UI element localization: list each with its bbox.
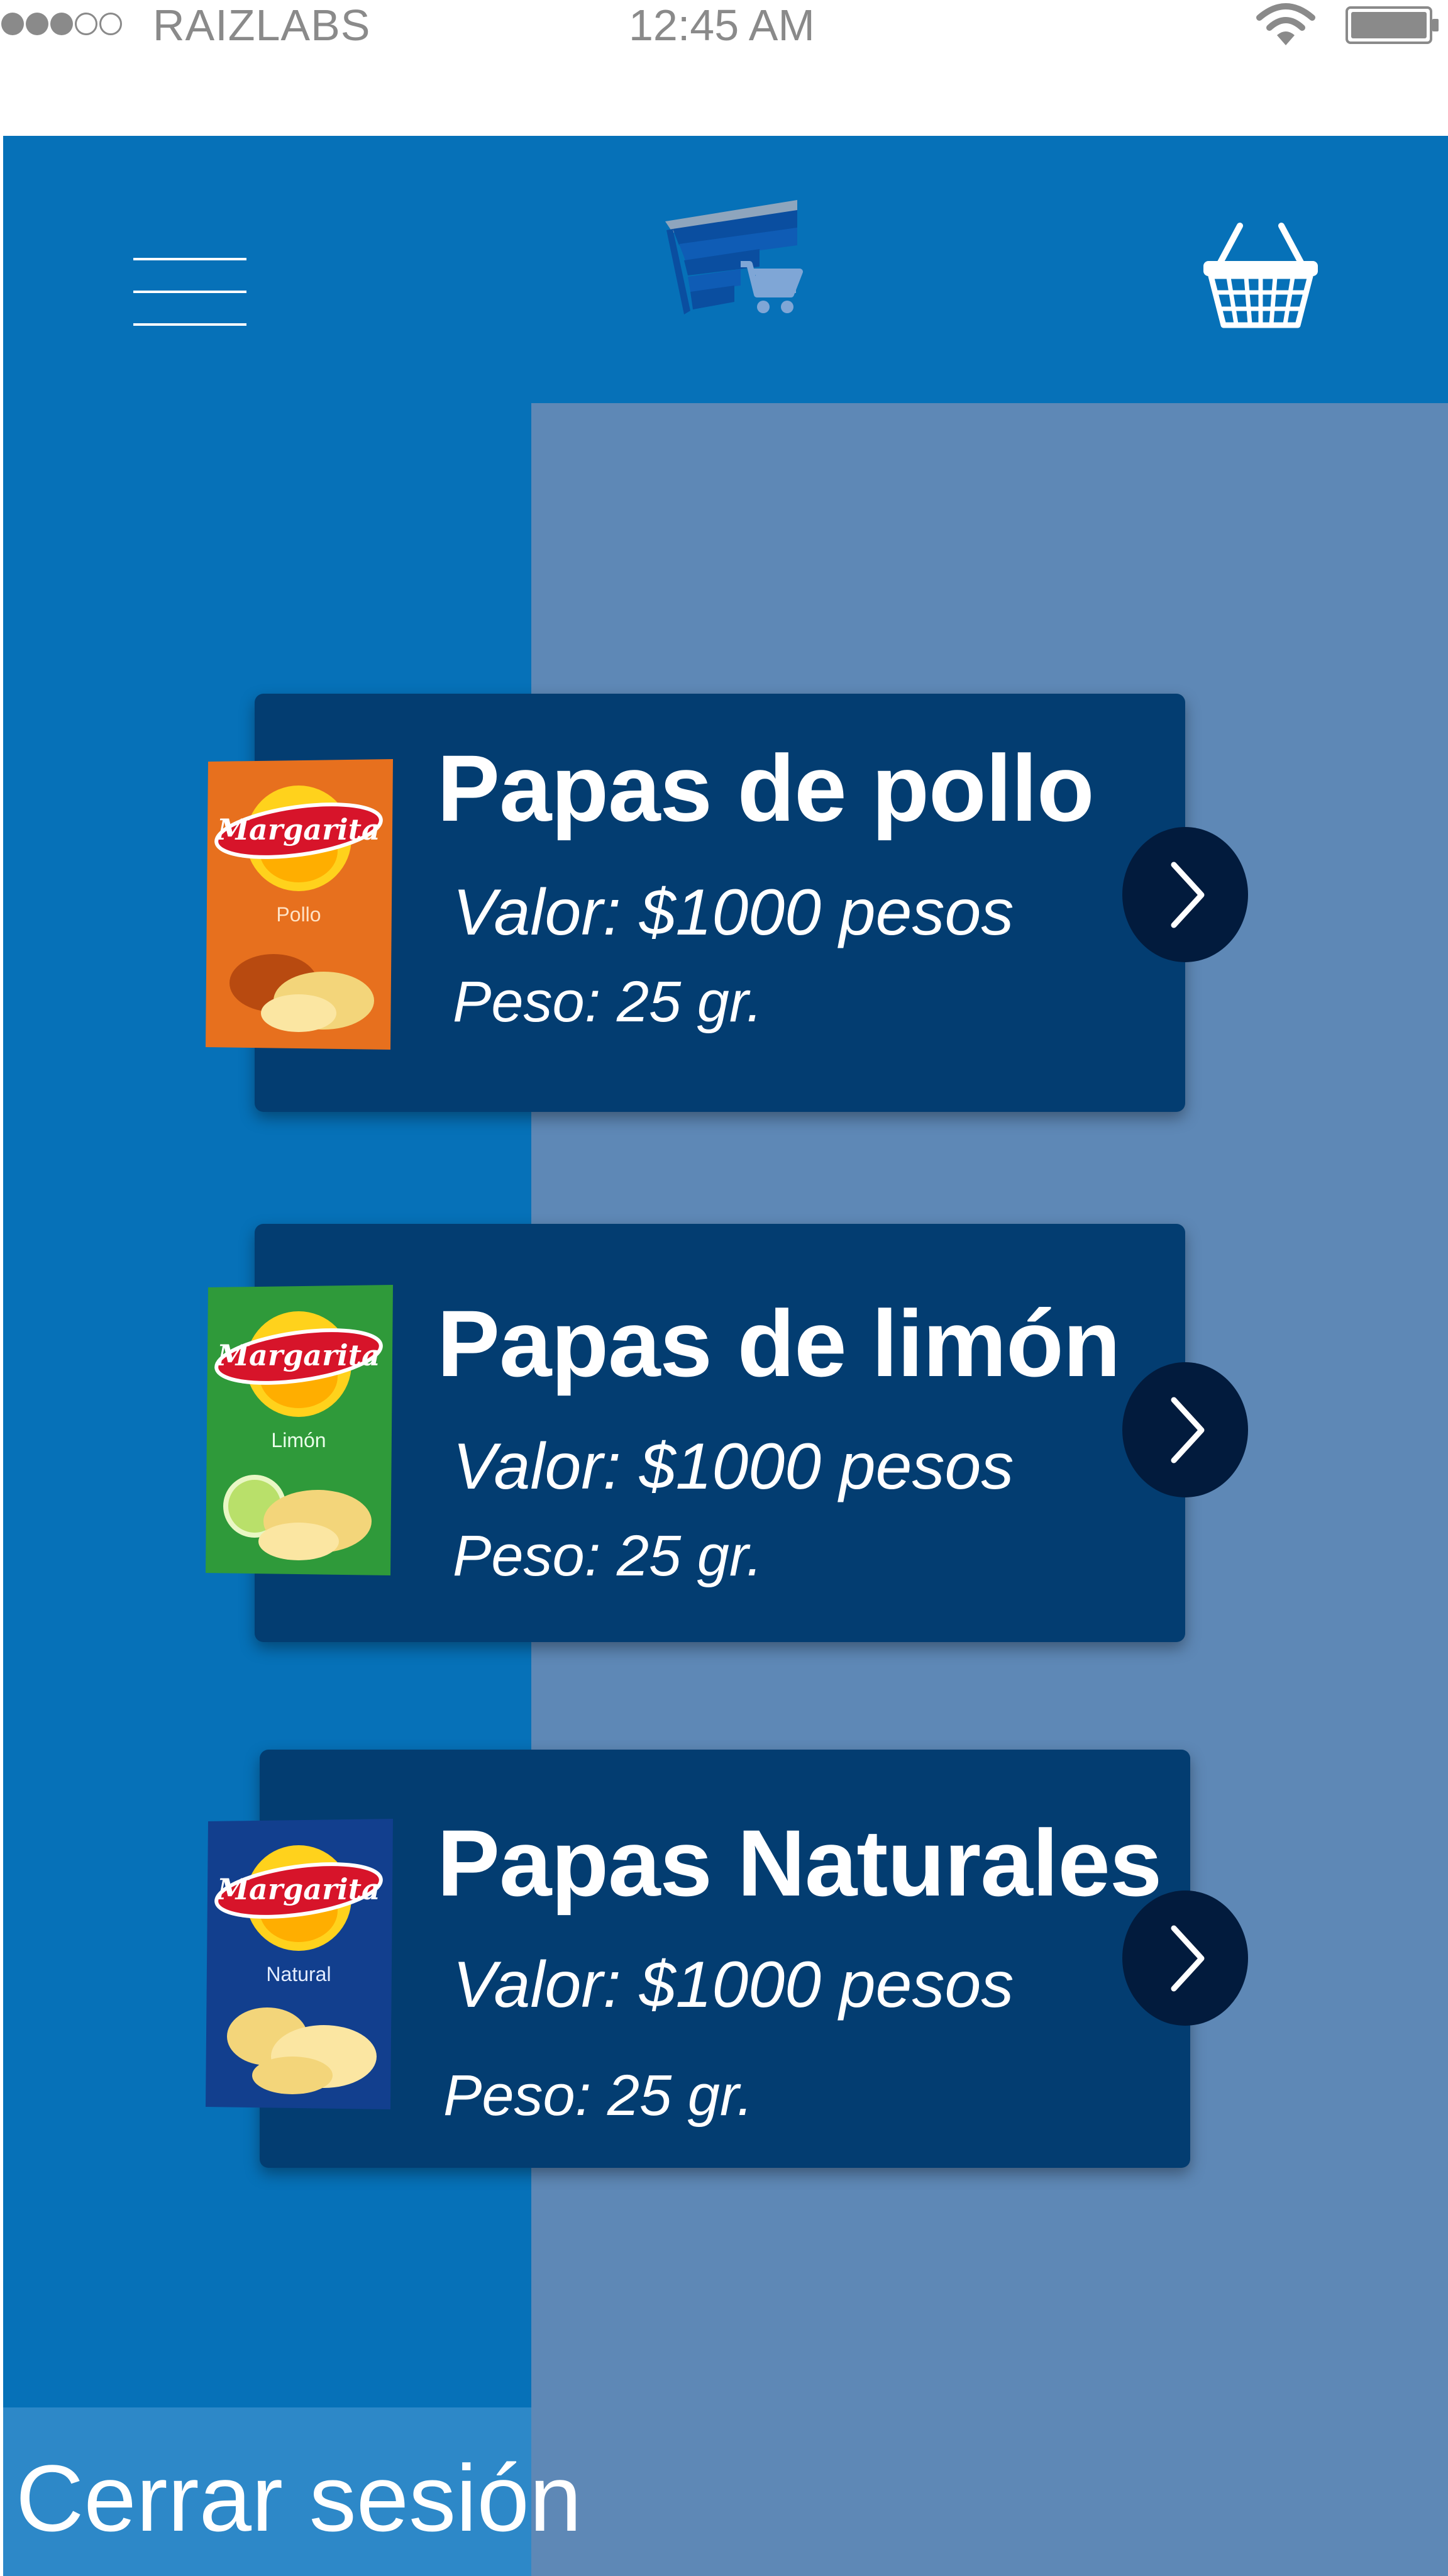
chevron-right-icon xyxy=(1171,1925,1205,1992)
logout-button[interactable]: Cerrar sesión xyxy=(3,2407,582,2576)
logout-label: Cerrar sesión xyxy=(16,2445,582,2551)
svg-text:Margarita: Margarita xyxy=(216,813,380,847)
product-name: Papas de limón xyxy=(437,1291,1120,1396)
wifi-icon xyxy=(1256,3,1315,45)
product-card-naturales[interactable]: Papas Naturales Valor: $1000 pesos Peso:… xyxy=(260,1750,1248,2168)
store-cart-logo-icon xyxy=(665,200,803,314)
product-details-button[interactable] xyxy=(1122,827,1248,962)
status-time: 12:45 AM xyxy=(629,1,815,50)
product-image-pollo: Margarita Pollo xyxy=(206,759,393,1050)
product-details-button[interactable] xyxy=(1122,1890,1248,2026)
product-image-naturales: Margarita Natural xyxy=(206,1819,393,2109)
chevron-right-icon xyxy=(1171,1397,1205,1463)
app-screen: Papas de pollo Valor: $1000 pesos Peso: … xyxy=(3,136,1448,2576)
product-price: Valor: $1000 pesos xyxy=(453,1948,1014,2021)
carrier-name: RAIZLABS xyxy=(153,1,371,50)
status-bar: RAIZLABS 12:45 AM xyxy=(0,0,1448,57)
product-price: Valor: $1000 pesos xyxy=(453,876,1014,949)
product-details-button[interactable] xyxy=(1122,1362,1248,1497)
product-weight: Peso: 25 gr. xyxy=(443,2063,753,2128)
product-name: Papas de pollo xyxy=(437,735,1095,841)
svg-text:Margarita: Margarita xyxy=(216,1338,380,1372)
hamburger-menu-icon[interactable] xyxy=(133,249,246,337)
product-price: Valor: $1000 pesos xyxy=(453,1430,1014,1503)
product-weight: Peso: 25 gr. xyxy=(453,1524,763,1588)
svg-text:Natural: Natural xyxy=(266,1963,331,1985)
battery-icon xyxy=(1346,6,1439,44)
svg-text:Limón: Limón xyxy=(271,1429,326,1452)
product-image-limon: Margarita Limón xyxy=(206,1285,393,1575)
chevron-right-icon xyxy=(1171,862,1205,928)
signal-strength-icon xyxy=(1,11,124,36)
product-weight: Peso: 25 gr. xyxy=(453,970,763,1034)
svg-text:Pollo: Pollo xyxy=(276,903,321,926)
basket-icon[interactable] xyxy=(1201,214,1320,340)
product-name: Papas Naturales xyxy=(437,1810,1162,1916)
svg-text:Margarita: Margarita xyxy=(216,1872,380,1906)
